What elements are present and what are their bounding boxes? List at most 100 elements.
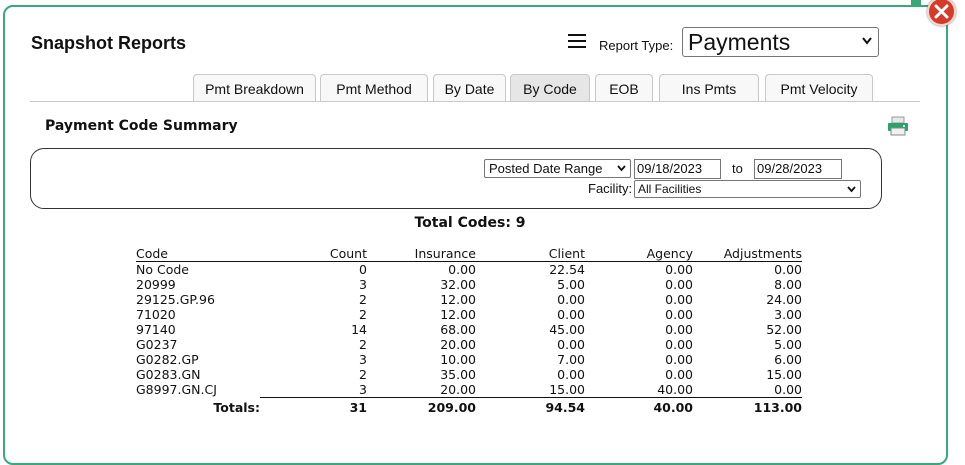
date-range-type-value: Posted Date Range [489,161,603,176]
cell-code: 20999 [136,276,176,292]
cell-count: 2 [359,291,367,307]
tab-ins-pmts[interactable]: Ins Pmts [659,74,759,101]
cell-agency: 0.00 [665,336,693,352]
cell-adjustments: 0.00 [774,261,802,277]
chevron-down-icon [617,165,626,172]
table-row: 71020 2 12.00 0.00 0.00 3.00 [136,307,802,322]
date-range-type-select[interactable]: Posted Date Range [484,159,631,178]
payment-code-table: Code Count Insurance Client Agency Adjus… [136,246,802,415]
cell-agency: 0.00 [665,291,693,307]
cell-insurance: 32.00 [440,276,476,292]
tab-pmt-method[interactable]: Pmt Method [320,74,428,101]
cell-insurance: 20.00 [440,381,476,397]
total-adjustments: 113.00 [693,397,802,415]
total-count: 31 [260,397,367,415]
cell-agency: 0.00 [665,276,693,292]
window-edge-accent [911,0,921,7]
tab-by-date[interactable]: By Date [433,74,506,101]
cell-code: 71020 [136,306,176,322]
cell-count: 0 [359,261,367,277]
menu-icon[interactable] [568,34,586,48]
chevron-down-icon [862,37,872,45]
cell-count: 2 [359,336,367,352]
cell-code: No Code [136,261,189,277]
totals-label: Totals: [213,399,260,415]
col-client-header: Client [476,246,585,262]
cell-insurance: 0.00 [448,261,476,277]
cell-code: 97140 [136,321,176,337]
col-agency-header: Agency [585,246,693,262]
cell-agency: 0.00 [665,321,693,337]
cell-adjustments: 0.00 [774,381,802,397]
cell-insurance: 35.00 [440,366,476,382]
table-row: 20999 3 32.00 5.00 0.00 8.00 [136,277,802,292]
cell-client: 0.00 [557,336,585,352]
printer-icon[interactable] [887,116,909,136]
cell-insurance: 12.00 [440,291,476,307]
close-icon [934,4,949,19]
col-count-header: Count [260,246,367,262]
col-code-header: Code [136,246,260,262]
table-header-row: Code Count Insurance Client Agency Adjus… [136,246,802,262]
cell-client: 7.00 [557,351,585,367]
facility-label: Facility: [588,181,633,196]
total-insurance: 209.00 [367,397,476,415]
cell-adjustments: 15.00 [766,366,802,382]
cell-adjustments: 24.00 [766,291,802,307]
cell-insurance: 12.00 [440,306,476,322]
cell-adjustments: 5.00 [774,336,802,352]
cell-client: 15.00 [549,381,585,397]
col-adjustments-header: Adjustments [693,246,802,262]
table-row: No Code 0 0.00 22.54 0.00 0.00 [136,262,802,278]
col-insurance-header: Insurance [367,246,476,262]
table-row: G8997.GN.CJ 3 20.00 15.00 40.00 0.00 [136,382,802,398]
table-row: G0282.GP 3 10.00 7.00 0.00 6.00 [136,352,802,367]
table-row: G0237 2 20.00 0.00 0.00 5.00 [136,337,802,352]
table-row: G0283.GN 2 35.00 0.00 0.00 15.00 [136,367,802,382]
cell-agency: 0.00 [665,261,693,277]
cell-adjustments: 52.00 [766,321,802,337]
cell-count: 2 [359,366,367,382]
to-label: to [732,161,743,176]
facility-value: All Facilities [638,182,702,196]
tab-pmt-velocity[interactable]: Pmt Velocity [765,74,873,101]
total-codes: Total Codes: 9 [414,215,526,231]
total-client: 94.54 [476,397,585,415]
cell-adjustments: 3.00 [774,306,802,322]
cell-agency: 0.00 [665,351,693,367]
facility-select[interactable]: All Facilities [634,180,861,198]
cell-agency: 0.00 [665,366,693,382]
table-row: 97140 14 68.00 45.00 0.00 52.00 [136,322,802,337]
cell-client: 0.00 [557,306,585,322]
tab-by-code[interactable]: By Code [510,74,590,101]
cell-code: G0282.GP [136,351,199,367]
date-from-input[interactable]: 09/18/2023 [634,159,721,179]
cell-client: 22.54 [549,261,585,277]
section-title: Payment Code Summary [45,118,238,134]
close-button[interactable] [927,0,956,26]
cell-client: 0.00 [557,291,585,307]
cell-count: 3 [359,381,367,397]
cell-adjustments: 6.00 [774,351,802,367]
cell-insurance: 68.00 [440,321,476,337]
cell-count: 2 [359,306,367,322]
cell-client: 45.00 [549,321,585,337]
tab-pmt-breakdown[interactable]: Pmt Breakdown [193,74,316,101]
report-type-select[interactable]: Payments [682,27,879,57]
cell-insurance: 10.00 [440,351,476,367]
cell-count: 3 [359,276,367,292]
cell-code: G0237 [136,336,178,352]
table-row: 29125.GP.96 2 12.00 0.00 0.00 24.00 [136,292,802,307]
report-type-value: Payments [688,29,791,55]
cell-client: 0.00 [557,366,585,382]
tab-divider [30,101,920,102]
cell-adjustments: 8.00 [774,276,802,292]
cell-count: 14 [351,321,367,337]
cell-agency: 0.00 [665,306,693,322]
dialog-title: Snapshot Reports [31,33,187,53]
chevron-down-icon [847,186,856,193]
cell-client: 5.00 [557,276,585,292]
tab-eob[interactable]: EOB [595,74,653,101]
date-to-input[interactable]: 09/28/2023 [754,159,842,179]
cell-code: 29125.GP.96 [136,291,215,307]
